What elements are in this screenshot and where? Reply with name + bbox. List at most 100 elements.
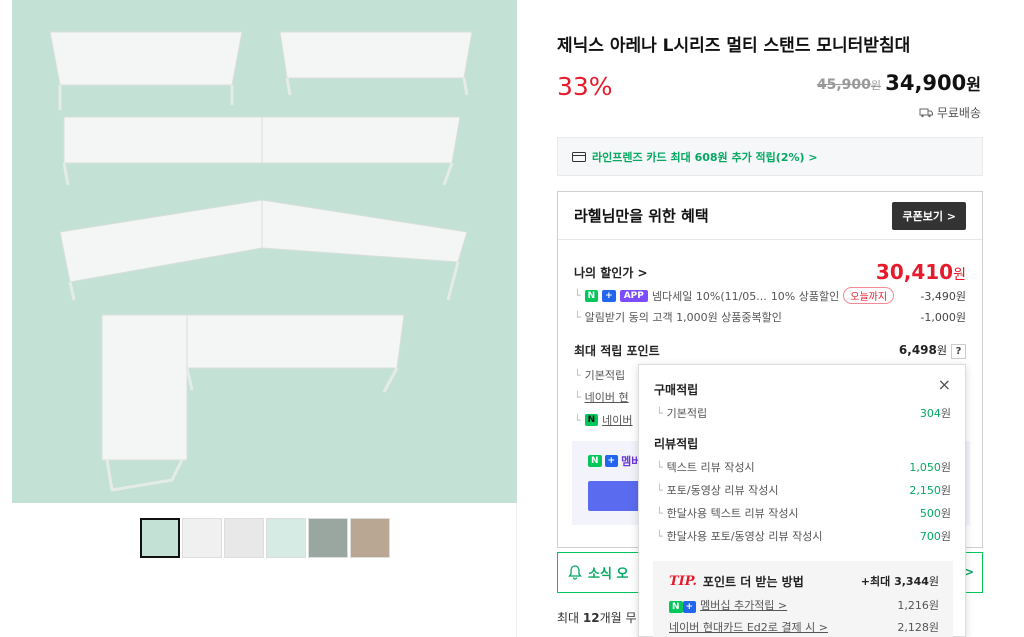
point-row-naver-link[interactable]: 네이버: [602, 412, 632, 428]
tip-row-membership: N + 멤버십 추가적립 > 1,216원: [669, 597, 939, 613]
card-promo-text: 라인프렌즈 카드 최대 608원 추가 적립(2%) >: [592, 150, 818, 164]
review-row-points: 500: [919, 507, 941, 520]
tree-branch-icon: └: [656, 507, 663, 520]
purchase-row-unit: 원: [940, 407, 951, 420]
discount2-text: 알림받기 동의 고객 1,000원 상품중복할인: [584, 311, 782, 324]
product-main-image[interactable]: [12, 0, 517, 503]
review-row-points: 2,150: [909, 484, 941, 497]
tree-branch-icon: └: [574, 390, 581, 404]
thumbnail-strip: [140, 518, 390, 558]
discount-rate: 33%: [557, 72, 613, 101]
point-row-basic: 기본적립: [584, 369, 626, 382]
discount-row-1: └ N + APP 넴다세일 10%(11/05... 10% 상품할인 오늘까지 …: [574, 287, 966, 304]
points-label: 최대 적립 포인트: [574, 344, 660, 358]
my-price-link[interactable]: 나의 할인가 >: [574, 264, 648, 281]
points-row: 최대 적립 포인트 6,498원?: [574, 342, 966, 359]
thumbnail-3[interactable]: [224, 518, 264, 558]
points-value: 6,498: [898, 343, 937, 357]
tip-max-value: 3,344: [894, 575, 929, 588]
notification-text: 소식 오: [588, 567, 629, 582]
naver-badge: N: [588, 455, 602, 467]
review-row-label: 한달사용 포토/동영상 리뷰 작성시: [666, 530, 823, 543]
tree-branch-icon: └: [656, 530, 663, 543]
tree-branch-icon: └: [574, 289, 581, 302]
tip-box: TIP. 포인트 더 받는 방법 +최대 3,344원 N + 멤버십 추가적립 >…: [653, 561, 953, 637]
original-price: 45,900원: [817, 77, 881, 93]
thumbnail-2[interactable]: [182, 518, 222, 558]
card-promo[interactable]: 라인프렌즈 카드 최대 608원 추가 적립(2%) >: [557, 137, 983, 176]
product-gallery: [0, 0, 517, 637]
sale-price-unit: 원: [966, 75, 981, 94]
my-price-value: 30,410: [875, 260, 954, 284]
naver-card-link[interactable]: 네이버 현대카드 Ed2로 결제 시 >: [669, 619, 828, 635]
purchase-points-title: 구매적립: [654, 383, 699, 397]
naver-pay-icon: N: [584, 414, 599, 426]
discount2-amount: -1,000원: [920, 311, 966, 324]
review-row: └ 텍스트 리뷰 작성시 1,050원: [656, 459, 951, 475]
points-total: 6,498원?: [899, 342, 966, 359]
thumbnail-6[interactable]: [350, 518, 390, 558]
my-price: 30,410원: [876, 260, 966, 284]
discount1-amount: -3,490원: [920, 289, 966, 303]
tree-branch-icon: └: [656, 407, 663, 420]
review-row-unit: 원: [940, 530, 951, 543]
membership-link[interactable]: 멤버십 추가적립 >: [700, 599, 787, 612]
tip-max: +최대 3,344원: [861, 573, 939, 589]
my-price-row: 나의 할인가 > 30,410원: [574, 260, 966, 284]
review-row-label: 포토/동영상 리뷰 작성시: [666, 484, 779, 497]
review-row-label: 한달사용 텍스트 리뷰 작성시: [666, 507, 799, 520]
review-row-points: 1,050: [909, 461, 941, 474]
original-price-unit: 원: [870, 79, 881, 92]
truck-icon: [919, 108, 933, 118]
points-help-button[interactable]: ?: [951, 344, 966, 359]
thumbnail-5[interactable]: [308, 518, 348, 558]
review-row-unit: 원: [940, 507, 951, 520]
app-badge: APP: [619, 289, 648, 302]
tip-title-text: 포인트 더 받는 방법: [702, 575, 804, 589]
plus-badge: +: [682, 601, 697, 613]
thumbnail-1[interactable]: [140, 518, 180, 558]
purchase-row-label: 기본적립: [666, 407, 708, 420]
points-unit: 원: [936, 344, 947, 357]
original-price-value: 45,900: [816, 77, 871, 93]
tip-max-prefix: +최대: [860, 575, 895, 588]
tree-branch-icon: └: [656, 484, 663, 497]
review-row-unit: 원: [940, 461, 951, 474]
tip-title: TIP. 포인트 더 받는 방법: [669, 573, 804, 590]
points-detail-popup: × 구매적립 └ 기본적립 304원 리뷰적립 └ 텍스트 리뷰 작성시 1,050…: [638, 364, 966, 637]
tip-tag: TIP.: [669, 574, 697, 589]
sale-price-value: 34,900: [885, 71, 967, 95]
review-row: └ 포토/동영상 리뷰 작성시 2,150원: [656, 482, 951, 498]
review-row-label: 텍스트 리뷰 작성시: [666, 461, 755, 474]
shipping-info: 무료배송: [919, 104, 981, 121]
tip-row-card: 네이버 현대카드 Ed2로 결제 시 > 2,128원: [669, 619, 939, 635]
discount-row-1-label: └ N + APP 넴다세일 10%(11/05... 10% 상품할인 오늘까지: [574, 287, 895, 304]
installment-months: 12: [582, 611, 600, 625]
membership-label: N + 멤버: [588, 453, 641, 469]
tree-branch-icon: └: [574, 413, 581, 427]
my-price-unit: 원: [953, 267, 966, 283]
installment-prefix: 최대: [557, 611, 583, 625]
discount-row-2: └ 알림받기 동의 고객 1,000원 상품중복할인 -1,000원: [574, 309, 966, 325]
naver-badge: N: [584, 289, 599, 302]
discount1-extra: 10% 상품할인: [770, 289, 840, 303]
purchase-row-points: 304: [919, 407, 941, 420]
sale-price: 34,900원: [885, 71, 981, 95]
thumbnail-4[interactable]: [266, 518, 306, 558]
review-points-title: 리뷰적립: [654, 437, 699, 451]
bell-icon: [568, 565, 582, 580]
discount1-text: 넴다세일 10%(11/05...: [651, 289, 767, 303]
point-row-naver-card-link[interactable]: 네이버 현: [585, 389, 629, 405]
coupon-button[interactable]: 쿠폰보기 >: [892, 201, 966, 230]
review-row-unit: 원: [940, 484, 951, 497]
product-illustration: [12, 0, 517, 503]
tree-branch-icon: └: [656, 461, 663, 474]
installment-info: 최대 12개월 무: [557, 609, 637, 626]
benefit-header: 라헬님만을 위한 혜택 쿠폰보기 >: [558, 192, 982, 240]
review-row-points: 700: [919, 530, 941, 543]
purchase-row-basic: └ 기본적립 304원: [656, 405, 951, 421]
close-icon[interactable]: ×: [938, 375, 951, 394]
credit-card-icon: [572, 151, 586, 162]
review-row: └ 한달사용 텍스트 리뷰 작성시 500원: [656, 505, 951, 521]
discount-row-2-label: └ 알림받기 동의 고객 1,000원 상품중복할인: [574, 309, 782, 325]
